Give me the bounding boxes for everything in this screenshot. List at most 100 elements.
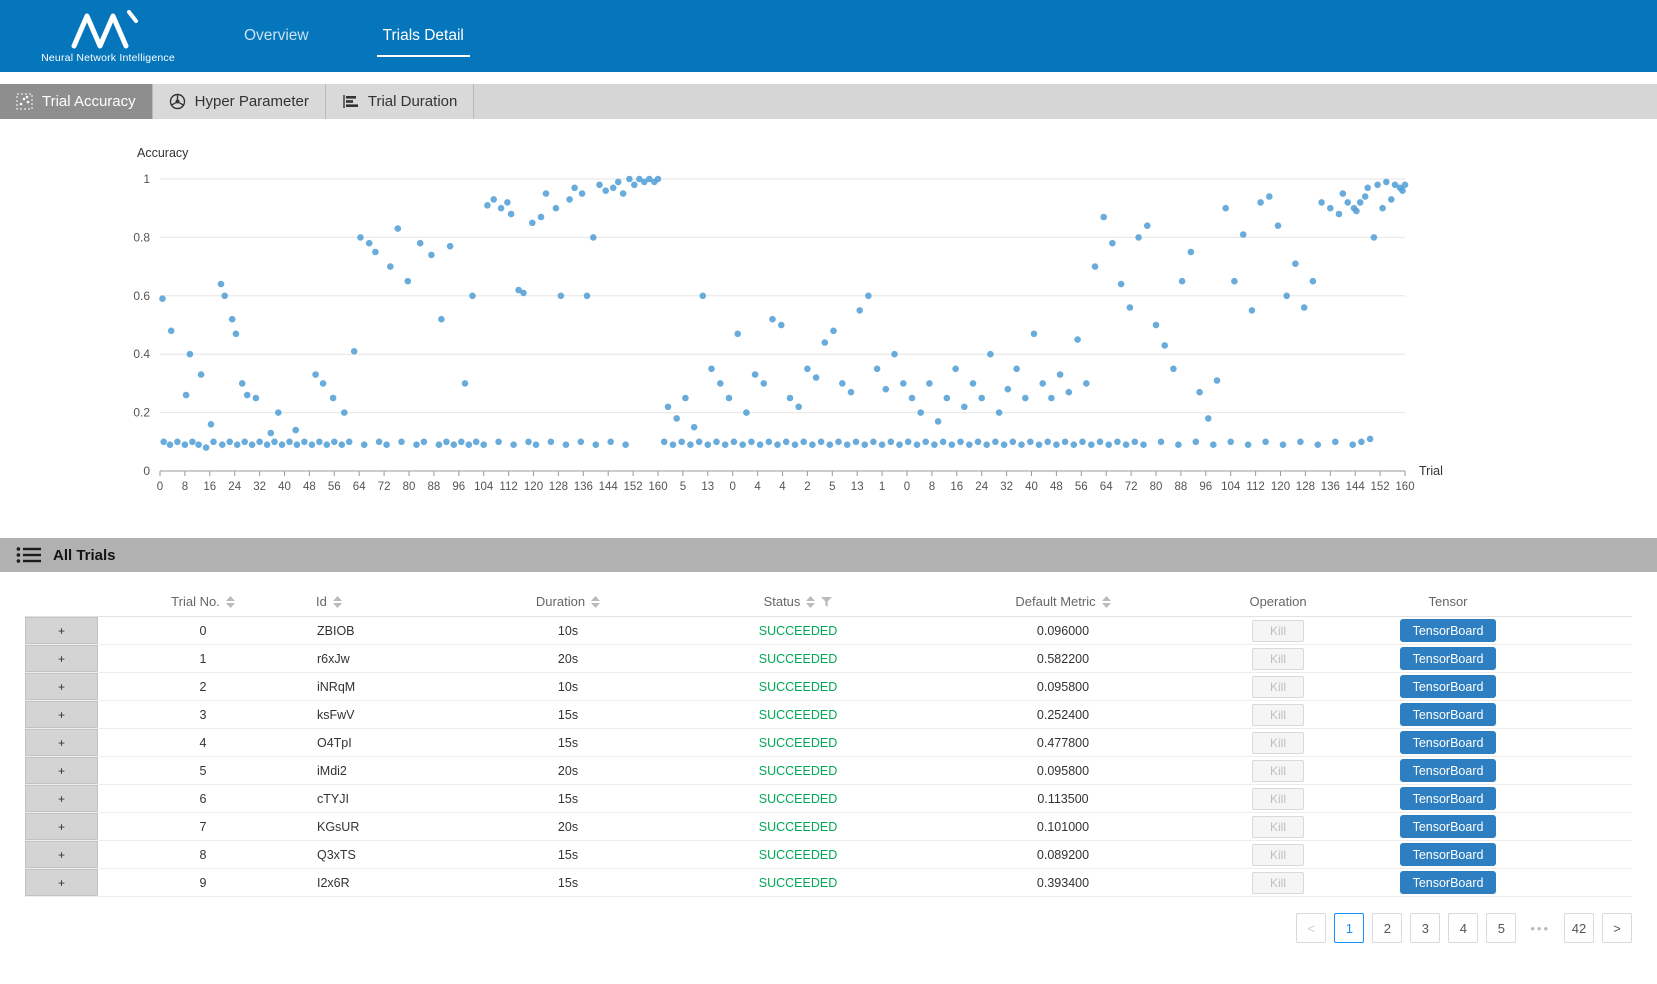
tensorboard-button[interactable]: TensorBoard xyxy=(1400,759,1496,782)
trial-no: 0 xyxy=(98,624,308,638)
kill-button[interactable]: Kill xyxy=(1252,648,1304,670)
tensorboard-button[interactable]: TensorBoard xyxy=(1400,619,1496,642)
expand-button[interactable]: + xyxy=(25,785,98,812)
trial-status: SUCCEEDED xyxy=(678,764,918,778)
scatter-point xyxy=(1053,441,1060,448)
kill-button[interactable]: Kill xyxy=(1252,732,1304,754)
expand-button[interactable]: + xyxy=(25,673,98,700)
x-tick-label: 160 xyxy=(1395,481,1414,493)
expand-button[interactable]: + xyxy=(25,645,98,672)
kill-button[interactable]: Kill xyxy=(1252,704,1304,726)
sort-icon[interactable] xyxy=(333,596,342,608)
tab-trials-detail[interactable]: Trials Detail xyxy=(381,21,466,51)
sort-icon[interactable] xyxy=(226,596,235,608)
tensorboard-button[interactable]: TensorBoard xyxy=(1400,703,1496,726)
trial-id: O4TpI xyxy=(308,736,458,750)
prev-page-button[interactable]: < xyxy=(1296,913,1326,943)
scatter-point xyxy=(324,441,331,448)
accuracy-scatter-chart[interactable]: Accuracy00.20.40.60.81081624324048566472… xyxy=(0,139,1657,519)
page-button-42[interactable]: 42 xyxy=(1564,913,1594,943)
page-button-2[interactable]: 2 xyxy=(1372,913,1402,943)
sort-icon[interactable] xyxy=(1102,596,1111,608)
scatter-point xyxy=(1262,439,1269,446)
sort-icon[interactable] xyxy=(591,596,600,608)
scatter-point xyxy=(682,395,689,402)
scatter-point xyxy=(1371,234,1378,241)
scatter-point xyxy=(687,441,694,448)
x-tick-label: 72 xyxy=(1125,481,1138,493)
x-tick-label: 13 xyxy=(851,481,864,493)
scatter-point xyxy=(187,351,194,358)
kill-button[interactable]: Kill xyxy=(1252,760,1304,782)
scatter-point xyxy=(241,439,248,446)
x-tick-label: 160 xyxy=(648,481,667,493)
scatter-point xyxy=(1344,199,1351,206)
page-button-4[interactable]: 4 xyxy=(1448,913,1478,943)
scatter-point xyxy=(316,439,323,446)
tab-overview[interactable]: Overview xyxy=(242,21,311,51)
scatter-point xyxy=(888,439,895,446)
tensorboard-button[interactable]: TensorBoard xyxy=(1400,871,1496,894)
col-id[interactable]: Id xyxy=(308,594,458,609)
tensorboard-button[interactable]: TensorBoard xyxy=(1400,787,1496,810)
expand-button[interactable]: + xyxy=(25,757,98,784)
x-tick-label: 48 xyxy=(1050,481,1063,493)
scatter-point xyxy=(566,196,573,203)
expand-button[interactable]: + xyxy=(25,841,98,868)
scatter-point xyxy=(1179,278,1186,285)
col-duration-label: Duration xyxy=(536,594,585,609)
trial-no: 4 xyxy=(98,736,308,750)
accuracy-chart-section: Accuracy00.20.40.60.81081624324048566472… xyxy=(0,119,1657,538)
expand-button[interactable]: + xyxy=(25,813,98,840)
tab-trial-duration[interactable]: Trial Duration xyxy=(326,84,474,119)
trial-no: 1 xyxy=(98,652,308,666)
col-duration[interactable]: Duration xyxy=(458,594,678,609)
scatter-point xyxy=(529,220,536,227)
trial-metric: 0.101000 xyxy=(918,820,1208,834)
sort-icon[interactable] xyxy=(806,596,815,608)
scatter-point xyxy=(593,441,600,448)
page-button-1[interactable]: 1 xyxy=(1334,913,1364,943)
tab-trial-accuracy[interactable]: Trial Accuracy xyxy=(0,84,153,119)
scatter-point xyxy=(1214,377,1221,384)
scatter-point xyxy=(1088,441,1095,448)
kill-button[interactable]: Kill xyxy=(1252,844,1304,866)
tensorboard-button[interactable]: TensorBoard xyxy=(1400,815,1496,838)
expand-button[interactable]: + xyxy=(25,729,98,756)
col-default-metric[interactable]: Default Metric xyxy=(918,594,1208,609)
chart-tab-bar: Trial Accuracy Hyper Parameter Trial Dur… xyxy=(0,84,1657,119)
trial-status: SUCCEEDED xyxy=(678,820,918,834)
wheel-icon xyxy=(169,93,186,110)
page-button-5[interactable]: 5 xyxy=(1486,913,1516,943)
tensorboard-button[interactable]: TensorBoard xyxy=(1400,843,1496,866)
expand-button[interactable]: + xyxy=(25,869,98,896)
scatter-point xyxy=(447,243,454,250)
tensorboard-button[interactable]: TensorBoard xyxy=(1400,731,1496,754)
scatter-point xyxy=(320,380,327,387)
page-button-3[interactable]: 3 xyxy=(1410,913,1440,943)
trial-duration: 20s xyxy=(458,652,678,666)
scatter-point xyxy=(1127,304,1134,311)
expand-button[interactable]: + xyxy=(25,617,98,644)
scatter-point xyxy=(1144,222,1151,229)
col-status[interactable]: Status xyxy=(678,594,918,609)
col-tensor-label: Tensor xyxy=(1428,594,1467,609)
col-trial-no[interactable]: Trial No. xyxy=(98,594,308,609)
scatter-point xyxy=(952,366,959,373)
kill-button[interactable]: Kill xyxy=(1252,620,1304,642)
next-page-button[interactable]: > xyxy=(1602,913,1632,943)
filter-icon[interactable] xyxy=(821,597,832,607)
tensorboard-button[interactable]: TensorBoard xyxy=(1400,675,1496,698)
kill-button[interactable]: Kill xyxy=(1252,788,1304,810)
scatter-point xyxy=(691,424,698,431)
kill-button[interactable]: Kill xyxy=(1252,676,1304,698)
tensorboard-button[interactable]: TensorBoard xyxy=(1400,647,1496,670)
tab-hyper-parameter[interactable]: Hyper Parameter xyxy=(153,84,326,119)
kill-button[interactable]: Kill xyxy=(1252,816,1304,838)
page-ellipsis[interactable]: ••• xyxy=(1524,913,1556,943)
scatter-point xyxy=(761,380,768,387)
kill-button[interactable]: Kill xyxy=(1252,872,1304,894)
expand-button[interactable]: + xyxy=(25,701,98,728)
scatter-point xyxy=(451,441,458,448)
x-tick-label: 8 xyxy=(929,481,935,493)
